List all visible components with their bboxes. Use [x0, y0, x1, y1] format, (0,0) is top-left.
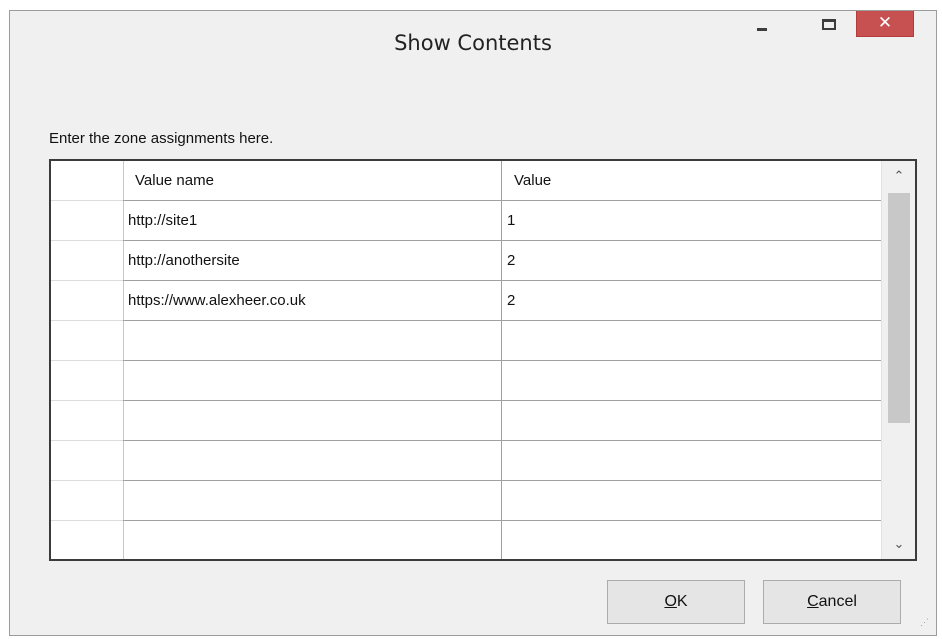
- table-row[interactable]: [123, 521, 881, 559]
- value-cell[interactable]: 2: [502, 281, 881, 320]
- table-row[interactable]: [123, 401, 881, 441]
- window-title: Show Contents: [394, 31, 552, 55]
- column-header-value-name[interactable]: Value name: [123, 161, 502, 200]
- value-cell[interactable]: [502, 521, 881, 559]
- scroll-up-icon[interactable]: ⌃: [882, 163, 915, 189]
- zone-assignments-grid[interactable]: Value name Value http://site1 1 http://anoth…: [49, 159, 917, 561]
- value-cell[interactable]: [502, 401, 881, 440]
- instruction-label: Enter the zone assignments here.: [49, 130, 274, 147]
- row-header-divider: [51, 480, 123, 481]
- minimize-icon: [757, 28, 767, 31]
- value-name-cell[interactable]: https://www.alexheer.co.uk: [123, 281, 502, 320]
- row-header-column: [51, 161, 124, 559]
- value-name-cell[interactable]: [123, 441, 502, 480]
- value-name-cell[interactable]: [123, 361, 502, 400]
- value-name-cell[interactable]: http://anothersite: [123, 241, 502, 280]
- value-cell[interactable]: [502, 481, 881, 520]
- table-row[interactable]: [123, 441, 881, 481]
- cancel-button[interactable]: Cancel: [763, 580, 901, 624]
- vertical-scrollbar[interactable]: ⌃ ⌄: [881, 161, 915, 559]
- table-row[interactable]: [123, 321, 881, 361]
- maximize-button[interactable]: [813, 11, 848, 37]
- dialog-window: Show Contents ✕ Enter the zone assignmen…: [9, 10, 937, 636]
- scroll-thumb[interactable]: [888, 193, 910, 423]
- table-row[interactable]: [123, 361, 881, 401]
- ok-mnemonic: O: [664, 593, 677, 610]
- value-cell[interactable]: 1: [502, 201, 881, 240]
- row-header-divider: [51, 400, 123, 401]
- value-cell[interactable]: [502, 361, 881, 400]
- table-row[interactable]: [123, 481, 881, 521]
- grid-header-row: Value name Value: [123, 161, 881, 201]
- value-name-cell[interactable]: [123, 401, 502, 440]
- row-header-divider: [51, 520, 123, 521]
- close-button[interactable]: ✕: [856, 11, 914, 37]
- table-row[interactable]: http://anothersite 2: [123, 241, 881, 281]
- value-cell[interactable]: [502, 321, 881, 360]
- value-name-cell[interactable]: [123, 521, 502, 559]
- value-name-cell[interactable]: http://site1: [123, 201, 502, 240]
- cancel-label-rest: ancel: [818, 593, 857, 610]
- ok-button[interactable]: OK: [607, 580, 745, 624]
- value-name-cell[interactable]: [123, 321, 502, 360]
- row-header-divider: [51, 200, 123, 201]
- ok-label-rest: K: [676, 593, 688, 610]
- column-header-value[interactable]: Value: [502, 161, 881, 200]
- value-cell[interactable]: 2: [502, 241, 881, 280]
- cancel-mnemonic: C: [807, 593, 819, 610]
- minimize-button[interactable]: [746, 11, 781, 37]
- value-cell[interactable]: [502, 441, 881, 480]
- row-header-divider: [51, 240, 123, 241]
- maximize-icon: [822, 19, 836, 30]
- table-row[interactable]: http://site1 1: [123, 201, 881, 241]
- close-icon: ✕: [877, 13, 893, 33]
- row-header-divider: [51, 440, 123, 441]
- row-header-divider: [51, 320, 123, 321]
- table-row[interactable]: https://www.alexheer.co.uk 2: [123, 281, 881, 321]
- resize-grip-icon[interactable]: ⋰: [920, 618, 932, 631]
- scroll-down-icon[interactable]: ⌄: [882, 531, 915, 557]
- value-name-cell[interactable]: [123, 481, 502, 520]
- title-bar[interactable]: Show Contents ✕: [10, 11, 936, 73]
- row-header-divider: [51, 280, 123, 281]
- row-header-divider: [51, 360, 123, 361]
